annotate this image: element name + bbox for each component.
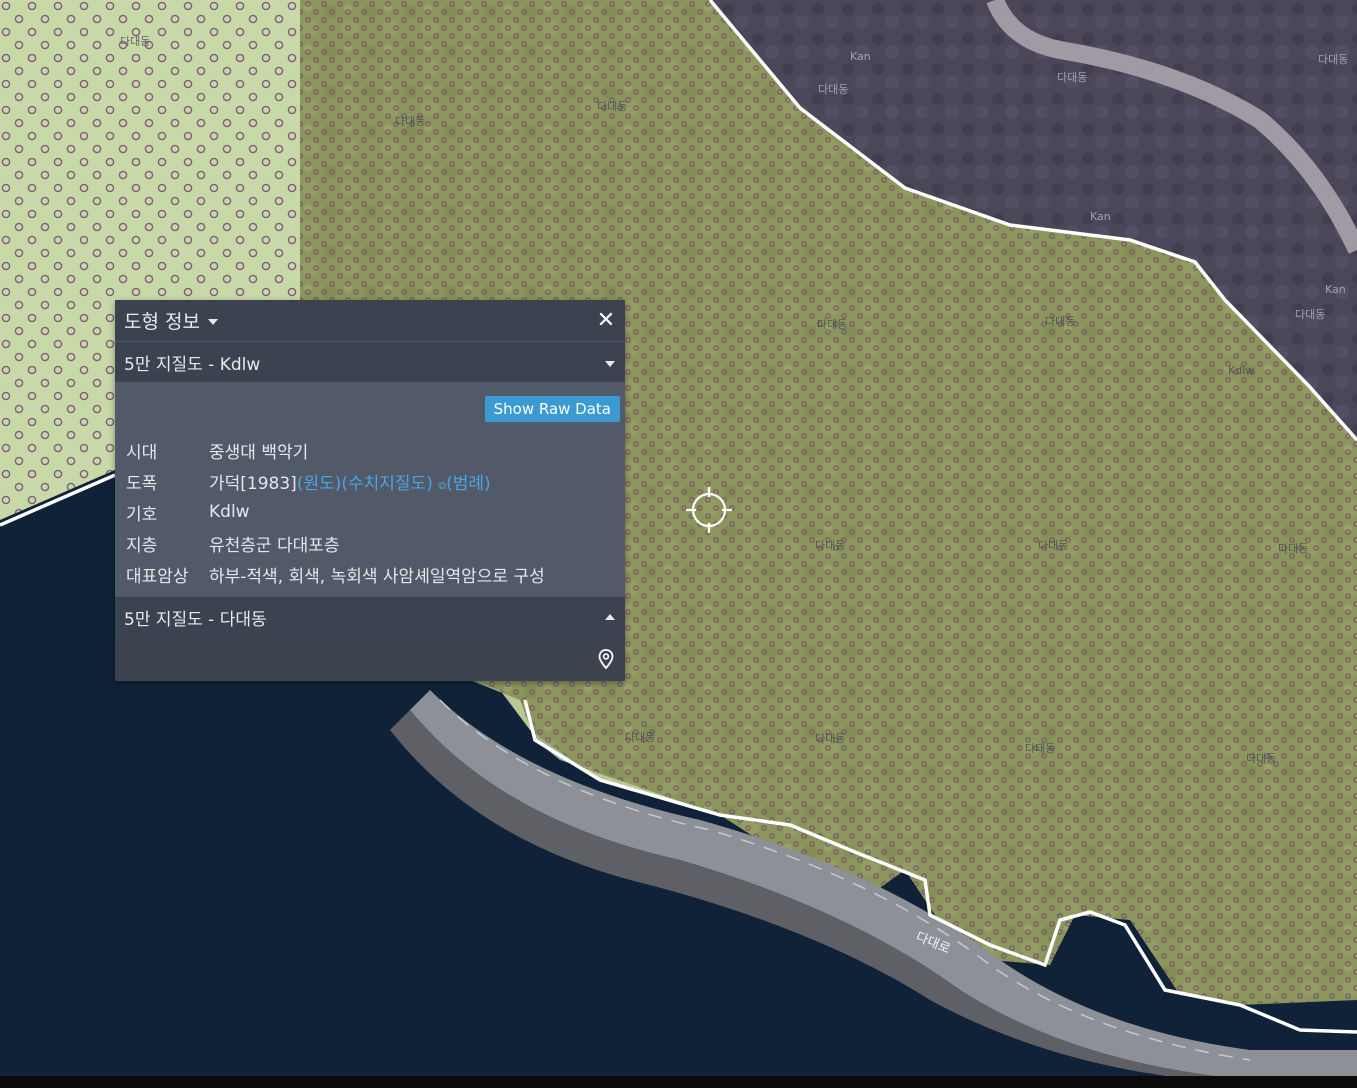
digital-map-link[interactable]: (수치지질도)	[341, 474, 432, 494]
map-label: 다대동	[817, 318, 847, 331]
section-title: 5만 지질도 - Kdlw	[124, 354, 261, 375]
map-label: 다대동	[1057, 71, 1087, 84]
original-map-link[interactable]: (원도)	[297, 474, 342, 494]
map-label: 다대동	[1318, 53, 1348, 66]
attr-key: 도폭	[120, 465, 204, 497]
table-row: 기호 Kdlw	[120, 496, 620, 528]
attr-value: 유천층군 다대포층	[203, 527, 620, 559]
show-raw-data-button[interactable]: Show Raw Data	[484, 396, 620, 422]
table-row: 도폭 가덕[1983](원도)(수치지질도) ⧉(범례)	[120, 465, 620, 497]
map-label: 다대동	[818, 83, 848, 96]
map-label: 다대동	[395, 115, 425, 128]
panel-header: 도형 정보 ✕	[115, 300, 625, 342]
map-label: 다대동	[1045, 315, 1075, 328]
map-label: Kdlw	[1228, 364, 1254, 377]
attr-value: 중생대 백악기	[203, 434, 620, 466]
map-label: Kan	[850, 50, 871, 63]
attr-value: Kdlw	[203, 496, 620, 528]
map-label: 다대동	[625, 731, 655, 744]
crosshair-icon	[686, 487, 732, 533]
section-header-kdlw[interactable]: 5만 지질도 - Kdlw	[115, 342, 625, 382]
caret-down-icon	[207, 319, 218, 325]
panel-title-dropdown[interactable]: 도형 정보	[124, 307, 218, 334]
caret-up-icon	[605, 614, 615, 620]
attr-key: 지층	[120, 527, 204, 559]
attr-key: 대표암상	[120, 558, 204, 590]
map-label: 다대동	[1038, 539, 1068, 552]
legend-link[interactable]: (범례)	[446, 474, 491, 494]
external-link-icon: ⧉	[438, 478, 447, 492]
caret-down-icon	[605, 360, 615, 367]
map-label: 다대동	[1025, 742, 1055, 755]
panel-title-text: 도형 정보	[124, 311, 200, 333]
attr-key: 시대	[120, 434, 204, 466]
attribute-table: 시대 중생대 백악기 도폭 가덕[1983](원도)(수치지질도) ⧉(범례) …	[120, 434, 620, 590]
close-icon[interactable]: ✕	[595, 309, 617, 332]
status-bar	[0, 1076, 1357, 1088]
map-label: 다대동	[1278, 542, 1308, 555]
map-pin-icon[interactable]	[598, 649, 614, 669]
map-label: 다대동	[1295, 308, 1325, 321]
section-footer	[115, 637, 625, 681]
feature-info-panel: 도형 정보 ✕ 5만 지질도 - Kdlw Show Raw Data 시대 중…	[115, 300, 625, 681]
table-row: 지층 유천층군 다대포층	[120, 527, 620, 559]
map-label: Kan	[1325, 283, 1346, 296]
attr-key: 기호	[120, 496, 204, 528]
attr-value-sheet: 가덕[1983](원도)(수치지질도) ⧉(범례)	[203, 465, 620, 497]
map-label: 다대동	[1246, 752, 1276, 765]
table-row: 시대 중생대 백악기	[120, 434, 620, 466]
section-header-dadae-dong[interactable]: 5만 지질도 - 다대동	[115, 596, 625, 637]
map-label: 다대동	[120, 35, 150, 48]
section-title: 5만 지질도 - 다대동	[124, 609, 267, 630]
attr-value: 하부-적색, 회색, 녹회색 사암셰일역암으로 구성	[203, 558, 620, 590]
map-label: 다대동	[815, 539, 845, 552]
section-body-kdlw: Show Raw Data 시대 중생대 백악기 도폭 가덕[1983](원도)…	[115, 382, 625, 596]
raw-data-row: Show Raw Data	[120, 396, 620, 422]
map-label: 다대동	[815, 732, 845, 745]
sheet-name: 가덕[1983]	[209, 473, 297, 494]
map-label: Kan	[1090, 210, 1111, 223]
map-label: 다대동	[597, 100, 627, 113]
table-row: 대표암상 하부-적색, 회색, 녹회색 사암셰일역암으로 구성	[120, 558, 620, 590]
